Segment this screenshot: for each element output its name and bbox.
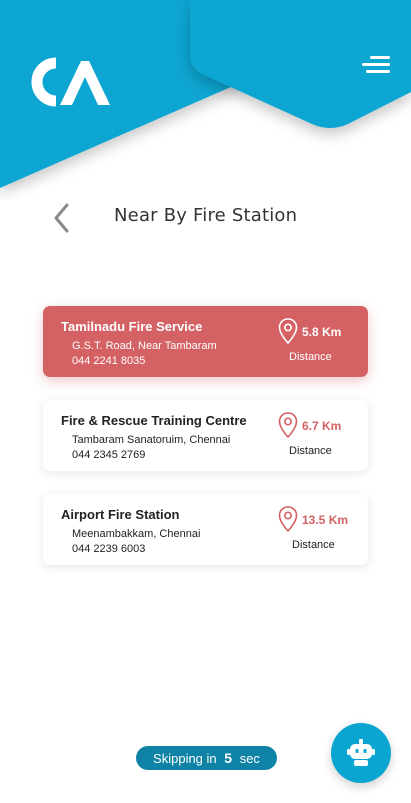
station-address: Meenambakkam, Chennai [72,528,201,540]
station-phone: 044 2241 8035 [72,355,146,367]
station-phone: 044 2345 2769 [72,449,146,461]
location-pin-icon [278,318,298,344]
station-distance: 13.5 Km [302,513,349,527]
chevron-left-icon [54,203,69,233]
station-card[interactable]: Tamilnadu Fire Service G.S.T. Road, Near… [43,306,368,377]
distance-label: Distance [289,351,332,363]
station-distance: 5.8 Km [302,325,342,339]
station-address: G.S.T. Road, Near Tambaram [72,340,217,352]
back-button[interactable] [48,200,76,236]
location-pin-icon [278,412,298,438]
ca-logo [31,57,110,107]
station-address: Tambaram Sanatoruim, Chennai [72,434,231,446]
skip-count: 5 [224,750,233,766]
station-distance: 6.7 Km [302,419,342,433]
station-name: Tamilnadu Fire Service [61,319,203,334]
skip-prefix: Skipping in [153,751,217,766]
page-title: Near By Fire Station [114,205,298,226]
station-card[interactable]: Airport Fire Station Meenambakkam, Chenn… [43,494,368,565]
skip-countdown: Skipping in 5 sec [136,746,277,770]
hamburger-menu-icon [370,56,390,59]
distance-label: Distance [289,445,332,457]
station-name: Fire & Rescue Training Centre [61,413,247,428]
station-phone: 044 2239 6003 [72,543,146,555]
distance-label: Distance [292,539,335,551]
assistant-button[interactable] [331,723,391,783]
location-pin-icon [278,506,298,532]
robot-icon [347,739,375,766]
station-name: Airport Fire Station [61,507,180,522]
skip-unit: sec [239,751,260,766]
station-card[interactable]: Fire & Rescue Training Centre Tambaram S… [43,400,368,471]
menu-button[interactable] [358,52,392,78]
